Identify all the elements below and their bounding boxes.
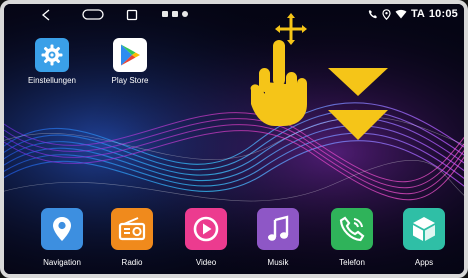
pointing-hand-icon xyxy=(250,40,307,126)
phone-tile[interactable] xyxy=(331,208,373,250)
map-pin-icon xyxy=(53,217,71,241)
app-video[interactable]: Video xyxy=(176,208,236,267)
app-apps[interactable]: Apps xyxy=(394,208,454,267)
carrier-text: TA xyxy=(411,8,425,20)
app-label: Play Store xyxy=(111,76,149,85)
phone-icon xyxy=(339,216,365,242)
sd-card-icon xyxy=(172,11,178,17)
app-label: Apps xyxy=(414,258,434,267)
app-label: Navigation xyxy=(43,258,81,267)
double-chevron-down-icon xyxy=(328,68,388,140)
cube-icon xyxy=(413,217,435,241)
gesture-arrows xyxy=(326,66,390,151)
music-tile[interactable] xyxy=(257,208,299,250)
back-icon[interactable] xyxy=(40,9,52,21)
status-indicators: TA 10:05 xyxy=(368,8,458,20)
home-icon[interactable] xyxy=(82,9,104,20)
app-radio[interactable]: Radio xyxy=(102,208,162,267)
phone-icon xyxy=(368,10,377,19)
notification-icon xyxy=(182,11,188,17)
app-label: Video xyxy=(195,258,217,267)
radio-tile[interactable] xyxy=(111,208,153,250)
app-label: Einstellungen xyxy=(27,76,77,85)
radio-icon xyxy=(118,217,146,241)
play-store-tile[interactable] xyxy=(113,38,147,72)
app-label: Musik xyxy=(267,258,289,267)
wifi-icon xyxy=(395,9,407,19)
apps-tile[interactable] xyxy=(403,208,445,250)
app-music[interactable]: Musik xyxy=(248,208,308,267)
notification-icons xyxy=(162,11,188,17)
app-label: Telefon xyxy=(339,258,365,267)
app-settings[interactable]: Einstellungen xyxy=(24,38,80,85)
notification-icon xyxy=(162,11,168,17)
play-store-icon xyxy=(121,44,140,66)
video-tile[interactable] xyxy=(185,208,227,250)
app-play-store[interactable]: Play Store xyxy=(102,38,158,85)
play-circle-icon xyxy=(193,216,219,242)
settings-tile[interactable] xyxy=(35,38,69,72)
music-note-icon xyxy=(268,215,289,241)
dock: Navigation Radio Video Musik Telefon App… xyxy=(4,208,464,274)
location-icon xyxy=(382,8,391,20)
app-label: Radio xyxy=(121,258,143,267)
app-phone[interactable]: Telefon xyxy=(322,208,382,267)
navigation-tile[interactable] xyxy=(41,208,83,250)
gear-icon xyxy=(41,44,63,66)
screen-frame: TA 10:05 Einstellungen Play Store Naviga… xyxy=(0,0,468,278)
app-navigation[interactable]: Navigation xyxy=(32,208,92,267)
gesture-hand xyxy=(247,38,309,135)
clock: 10:05 xyxy=(428,8,458,20)
recent-apps-icon[interactable] xyxy=(126,9,138,21)
status-bar: TA 10:05 xyxy=(4,4,464,26)
